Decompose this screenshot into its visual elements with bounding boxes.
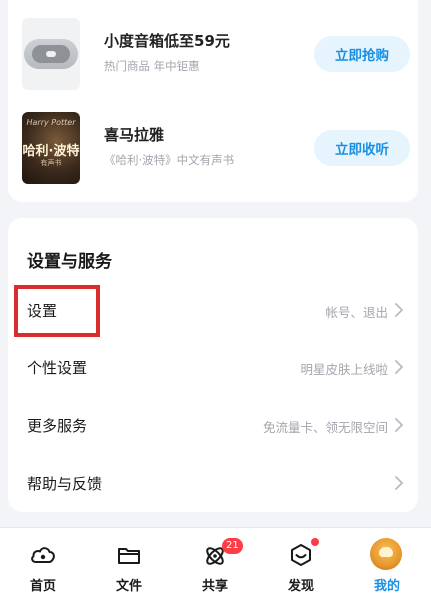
- notification-dot: [311, 538, 319, 546]
- cover-text: Harry Potter: [26, 118, 76, 127]
- promo-item-ximalaya[interactable]: Harry Potter 哈利·波特 有声书 喜马拉雅 《哈利·波特》中文有声书…: [8, 108, 418, 198]
- tab-label: 我的: [373, 579, 400, 594]
- chevron-right-icon: [395, 476, 403, 490]
- speaker-icon: [24, 39, 78, 69]
- promo-item-speaker[interactable]: 小度音箱低至59元 热门商品 年中钜惠 立即抢购: [8, 14, 418, 104]
- cover-text: 哈利·波特: [22, 144, 80, 159]
- promo-subtitle: 热门商品 年中钜惠: [104, 59, 200, 73]
- tab-files[interactable]: 文件: [86, 528, 172, 595]
- tab-home[interactable]: 首页: [0, 528, 86, 595]
- row-value: 明星皮肤上线啦: [300, 362, 388, 377]
- folder-icon: [118, 548, 140, 564]
- row-label: 帮助与反馈: [27, 475, 103, 493]
- tab-share[interactable]: 21 共享: [172, 528, 258, 595]
- section-title: 设置与服务: [27, 252, 112, 272]
- cover-text: 有声书: [40, 159, 62, 167]
- tab-label: 发现: [287, 579, 314, 594]
- speaker-image: [22, 18, 80, 90]
- chevron-right-icon: [395, 418, 403, 432]
- settings-row-settings[interactable]: 设置 帐号、退出: [8, 284, 418, 337]
- cloud-icon: [31, 547, 55, 563]
- row-value: 帐号、退出: [325, 305, 388, 320]
- tab-label: 共享: [201, 579, 228, 594]
- promo-title: 小度音箱低至59元: [104, 32, 230, 50]
- tab-discover[interactable]: 发现: [258, 528, 344, 595]
- row-value: 免流量卡、领无限空间: [262, 420, 388, 435]
- tab-label: 文件: [115, 579, 142, 594]
- tab-mine[interactable]: 我的: [344, 528, 430, 595]
- settings-card: 设置与服务 设置 帐号、退出 个性设置 明星皮肤上线啦 更多服务 免流量卡、领无…: [8, 218, 418, 512]
- row-label: 设置: [27, 302, 58, 320]
- avatar: [370, 538, 402, 570]
- tab-label: 首页: [29, 579, 56, 594]
- row-label: 个性设置: [27, 359, 88, 377]
- promo-title: 喜马拉雅: [104, 126, 165, 144]
- promo-card: 小度音箱低至59元 热门商品 年中钜惠 立即抢购 Harry Potter 哈利…: [8, 0, 418, 202]
- chevron-right-icon: [395, 360, 403, 374]
- settings-row-personalize[interactable]: 个性设置 明星皮肤上线啦: [8, 341, 418, 393]
- chevron-right-icon: [395, 303, 403, 317]
- bottom-tab-bar: 首页 文件 21 共享 发现 我的: [0, 527, 431, 595]
- promo-subtitle: 《哈利·波特》中文有声书: [104, 153, 235, 167]
- row-label: 更多服务: [27, 417, 88, 435]
- notification-badge: 21: [222, 538, 243, 554]
- harry-potter-cover: Harry Potter 哈利·波特 有声书: [22, 112, 80, 184]
- settings-row-help[interactable]: 帮助与反馈: [8, 457, 418, 509]
- listen-now-button[interactable]: 立即收听: [314, 130, 410, 166]
- buy-now-button[interactable]: 立即抢购: [314, 36, 410, 72]
- settings-row-more-services[interactable]: 更多服务 免流量卡、领无限空间: [8, 399, 418, 451]
